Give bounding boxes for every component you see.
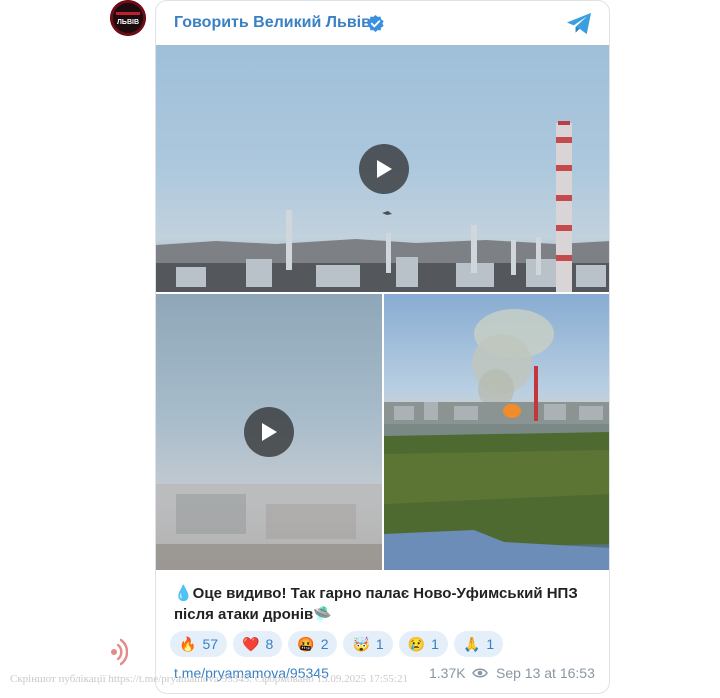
- play-icon: [262, 423, 277, 441]
- message-header: Говорить Великий Львів: [156, 1, 609, 45]
- post-date[interactable]: Sep 13 at 16:53: [496, 665, 595, 681]
- screenshot-note: Скріншот публікації https://t.me/pryamam…: [10, 673, 408, 685]
- message-card: Говорить Великий Львів 💧Оце видиво! Так …: [155, 0, 610, 694]
- channel-name[interactable]: Говорить Великий Львів: [174, 14, 371, 32]
- reaction-count: 1: [375, 636, 384, 652]
- reaction-count: 57: [202, 636, 219, 652]
- reaction-cry[interactable]: 😢 1: [398, 631, 448, 657]
- reaction-count: 1: [431, 636, 439, 652]
- view-count-value: 1.37K: [429, 665, 466, 681]
- reaction-heart[interactable]: ❤️ 8: [233, 631, 283, 657]
- photo-thumbnail[interactable]: [384, 294, 609, 570]
- play-icon: [377, 160, 392, 178]
- channel-logo: ЛЬВІВ: [110, 0, 146, 36]
- video-thumbnail-1[interactable]: [156, 45, 609, 292]
- play-button[interactable]: [359, 144, 409, 194]
- telegram-logo-icon[interactable]: [566, 11, 593, 36]
- post-text: 💧Оце видиво! Так гарно палає Ново-Уфимсь…: [174, 585, 578, 623]
- svg-text:ЛЬВІВ: ЛЬВІВ: [117, 19, 139, 26]
- refinery-fire-photo: [384, 309, 609, 570]
- reaction-count: 1: [486, 636, 495, 652]
- exploding-head-icon: 🤯: [352, 635, 370, 652]
- crying-face-icon: 😢: [407, 635, 426, 652]
- fire-icon: 🔥: [179, 635, 197, 652]
- heart-icon: ❤️: [242, 635, 260, 652]
- reaction-pray[interactable]: 🙏 1: [453, 631, 504, 657]
- view-count: 1.37K: [429, 665, 488, 681]
- reaction-mindblown[interactable]: 🤯 1: [343, 631, 393, 657]
- praying-hands-icon: 🙏: [462, 635, 481, 652]
- eye-icon: [471, 668, 488, 678]
- angry-face-icon: 🤬: [297, 635, 315, 652]
- reaction-count: 2: [320, 636, 329, 652]
- reactions-bar: 🔥 57 ❤️ 8 🤬 2 🤯 1 😢 1 🙏 1: [170, 631, 504, 657]
- verified-badge-icon: [367, 14, 384, 33]
- reaction-count: 8: [265, 636, 274, 652]
- channel-avatar[interactable]: ЛЬВІВ: [110, 0, 146, 36]
- video-thumbnail-2[interactable]: [156, 294, 382, 570]
- broadcast-signal-icon: [111, 638, 128, 666]
- reaction-angry[interactable]: 🤬 2: [288, 631, 338, 657]
- reaction-fire[interactable]: 🔥 57: [170, 631, 228, 657]
- play-button[interactable]: [244, 407, 294, 457]
